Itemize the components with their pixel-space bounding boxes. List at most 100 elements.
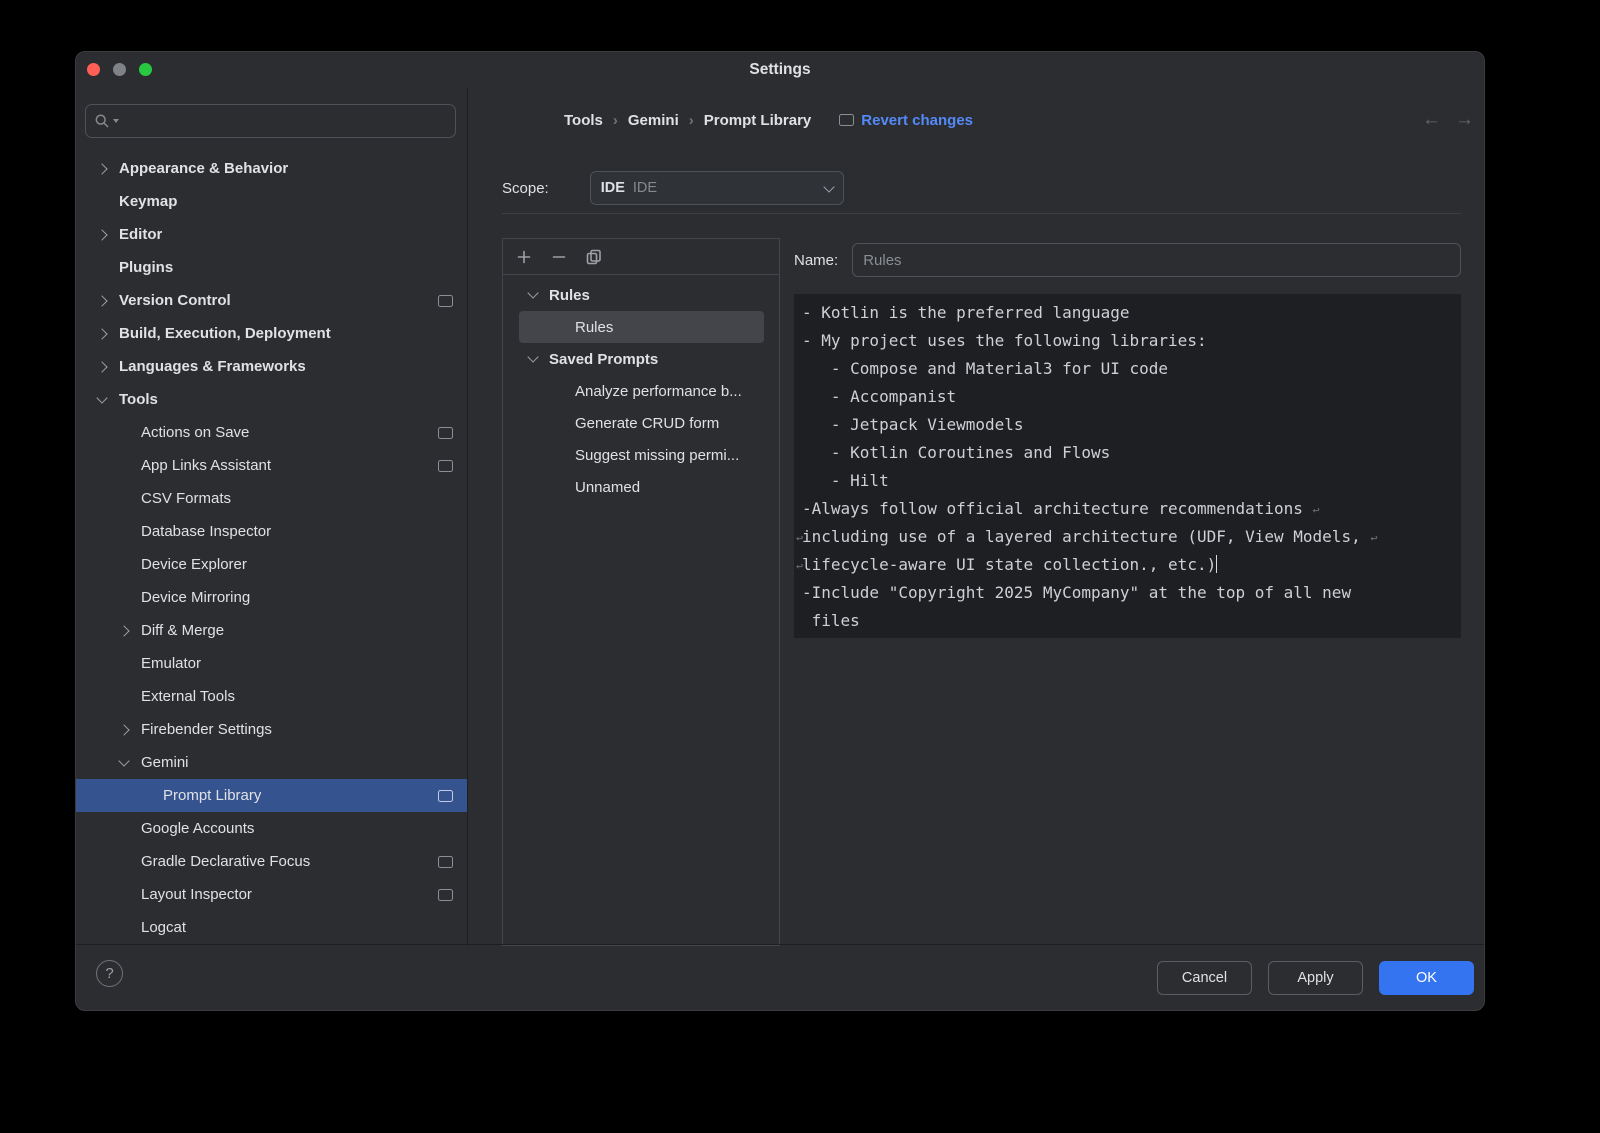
- sidebar-item-plugins[interactable]: Plugins: [76, 251, 467, 284]
- ok-button[interactable]: OK: [1379, 961, 1474, 995]
- sidebar-item-logcat[interactable]: Logcat: [76, 911, 467, 944]
- sidebar-item-label: Emulator: [141, 655, 201, 672]
- chevron-down-icon[interactable]: [525, 351, 541, 367]
- chevron-glyph: [118, 724, 129, 735]
- prompt-tree-label: Saved Prompts: [549, 351, 658, 368]
- ide-settings-icon: [438, 889, 453, 901]
- sidebar-item-label: External Tools: [141, 688, 235, 705]
- sidebar-item-appearance-behavior[interactable]: Appearance & Behavior: [76, 152, 467, 185]
- revert-changes-link[interactable]: Revert changes: [839, 112, 973, 129]
- sidebar-item-database-inspector[interactable]: Database Inspector: [76, 515, 467, 548]
- editor-line-text: - Compose and Material3 for UI code: [802, 359, 1168, 378]
- chevron-spacer: [94, 260, 110, 276]
- editor-line: ↩including use of a layered architecture…: [802, 523, 1451, 551]
- help-button[interactable]: ?: [96, 960, 123, 987]
- editor-line: files: [802, 607, 1451, 635]
- sidebar-item-layout-inspector[interactable]: Layout Inspector: [76, 878, 467, 911]
- chevron-right-icon[interactable]: [94, 293, 110, 309]
- sidebar-item-label: Firebender Settings: [141, 721, 272, 738]
- prompt-name-row: Name:: [794, 243, 1461, 277]
- chevron-right-icon[interactable]: [116, 623, 132, 639]
- sidebar-item-label: Google Accounts: [141, 820, 254, 837]
- sidebar-item-build-execution-deployment[interactable]: Build, Execution, Deployment: [76, 317, 467, 350]
- sidebar-item-device-mirroring[interactable]: Device Mirroring: [76, 581, 467, 614]
- chevron-glyph: [96, 163, 107, 174]
- sidebar-item-external-tools[interactable]: External Tools: [76, 680, 467, 713]
- cancel-button[interactable]: Cancel: [1157, 961, 1252, 995]
- prompt-item-rules[interactable]: Rules: [519, 311, 764, 343]
- sidebar-item-label: Diff & Merge: [141, 622, 224, 639]
- sidebar-item-editor[interactable]: Editor: [76, 218, 467, 251]
- sidebar-item-app-links-assistant[interactable]: App Links Assistant: [76, 449, 467, 482]
- remove-prompt-button[interactable]: [548, 246, 570, 268]
- chevron-down-icon[interactable]: [525, 287, 541, 303]
- add-prompt-button[interactable]: [513, 246, 535, 268]
- search-history-chevron-icon[interactable]: [113, 119, 119, 123]
- sidebar-item-gradle-declarative-focus[interactable]: Gradle Declarative Focus: [76, 845, 467, 878]
- chevron-glyph: [96, 361, 107, 372]
- sidebar-item-prompt-library[interactable]: Prompt Library: [76, 779, 467, 812]
- sidebar-item-actions-on-save[interactable]: Actions on Save: [76, 416, 467, 449]
- sidebar-item-label: Gemini: [141, 754, 189, 771]
- sidebar-item-firebender-settings[interactable]: Firebender Settings: [76, 713, 467, 746]
- chevron-spacer: [116, 491, 132, 507]
- ide-settings-icon: [438, 856, 453, 868]
- sidebar-item-diff-merge[interactable]: Diff & Merge: [76, 614, 467, 647]
- prompt-item-generate-crud-form[interactable]: Generate CRUD form: [519, 407, 764, 439]
- prompt-group-saved-prompts[interactable]: Saved Prompts: [503, 343, 779, 375]
- ide-settings-icon: [438, 460, 453, 472]
- editor-line-text: -Include "Copyright 2025 MyCompany" at t…: [802, 583, 1351, 602]
- editor-line: - Jetpack Viewmodels: [802, 411, 1451, 439]
- chevron-right-icon[interactable]: [94, 359, 110, 375]
- prompt-tree: RulesRules Saved Prompts Analyze performan…: [503, 275, 779, 503]
- chevron-right-icon[interactable]: [94, 326, 110, 342]
- prompt-text-editor[interactable]: - Kotlin is the preferred language- My p…: [794, 294, 1461, 638]
- chevron-down-icon[interactable]: [116, 755, 132, 771]
- search-input[interactable]: [123, 112, 447, 130]
- sidebar-item-emulator[interactable]: Emulator: [76, 647, 467, 680]
- scope-value: IDE: [633, 180, 657, 196]
- apply-button[interactable]: Apply: [1268, 961, 1363, 995]
- settings-window: Settings Appearance & BehaviorKeymapEdit…: [75, 51, 1485, 1011]
- help-question-icon: ?: [105, 965, 113, 982]
- sidebar-item-keymap[interactable]: Keymap: [76, 185, 467, 218]
- sidebar-item-google-accounts[interactable]: Google Accounts: [76, 812, 467, 845]
- editor-line-text: - Kotlin Coroutines and Flows: [802, 443, 1110, 462]
- chevron-right-icon[interactable]: [94, 161, 110, 177]
- sidebar-item-label: Layout Inspector: [141, 886, 252, 903]
- back-arrow-icon[interactable]: ←: [1422, 109, 1441, 131]
- sidebar-item-device-explorer[interactable]: Device Explorer: [76, 548, 467, 581]
- forward-arrow-icon[interactable]: →: [1455, 109, 1474, 131]
- chevron-down-icon[interactable]: [94, 392, 110, 408]
- scope-row: Scope: IDE IDE: [502, 171, 844, 205]
- prompt-item-unnamed[interactable]: Unnamed: [519, 471, 764, 503]
- soft-wrap-start-icon: ↩: [796, 552, 803, 580]
- editor-line-text: - Accompanist: [802, 387, 956, 406]
- breadcrumb-gemini[interactable]: Gemini: [628, 112, 679, 129]
- sidebar-item-languages-frameworks[interactable]: Languages & Frameworks: [76, 350, 467, 383]
- text-cursor: [1216, 555, 1217, 573]
- settings-search-field[interactable]: [85, 104, 456, 138]
- copy-prompt-button[interactable]: [583, 246, 605, 268]
- editor-line: - Kotlin is the preferred language: [802, 299, 1451, 327]
- scope-dropdown[interactable]: IDE IDE: [590, 171, 844, 205]
- breadcrumb: Tools › Gemini › Prompt Library Revert c…: [564, 102, 973, 138]
- prompt-name-input[interactable]: [852, 243, 1461, 277]
- chevron-down-icon: [823, 181, 834, 192]
- prompt-group-rules[interactable]: Rules: [503, 279, 779, 311]
- chevron-spacer: [116, 524, 132, 540]
- chevron-right-icon[interactable]: [94, 227, 110, 243]
- sidebar-item-version-control[interactable]: Version Control: [76, 284, 467, 317]
- sidebar-item-tools[interactable]: Tools: [76, 383, 467, 416]
- breadcrumb-tools[interactable]: Tools: [564, 112, 603, 129]
- section-divider: [502, 213, 1461, 214]
- prompt-tree-label: Unnamed: [575, 479, 640, 496]
- prompt-item-suggest-missing-permi[interactable]: Suggest missing permi...: [519, 439, 764, 471]
- sidebar-item-gemini[interactable]: Gemini: [76, 746, 467, 779]
- sidebar-item-csv-formats[interactable]: CSV Formats: [76, 482, 467, 515]
- sidebar-item-label: Logcat: [141, 919, 186, 936]
- chevron-spacer: [94, 194, 110, 210]
- chevron-right-icon[interactable]: [116, 722, 132, 738]
- chevron-glyph: [527, 287, 538, 298]
- prompt-item-analyze-performance-b[interactable]: Analyze performance b...: [519, 375, 764, 407]
